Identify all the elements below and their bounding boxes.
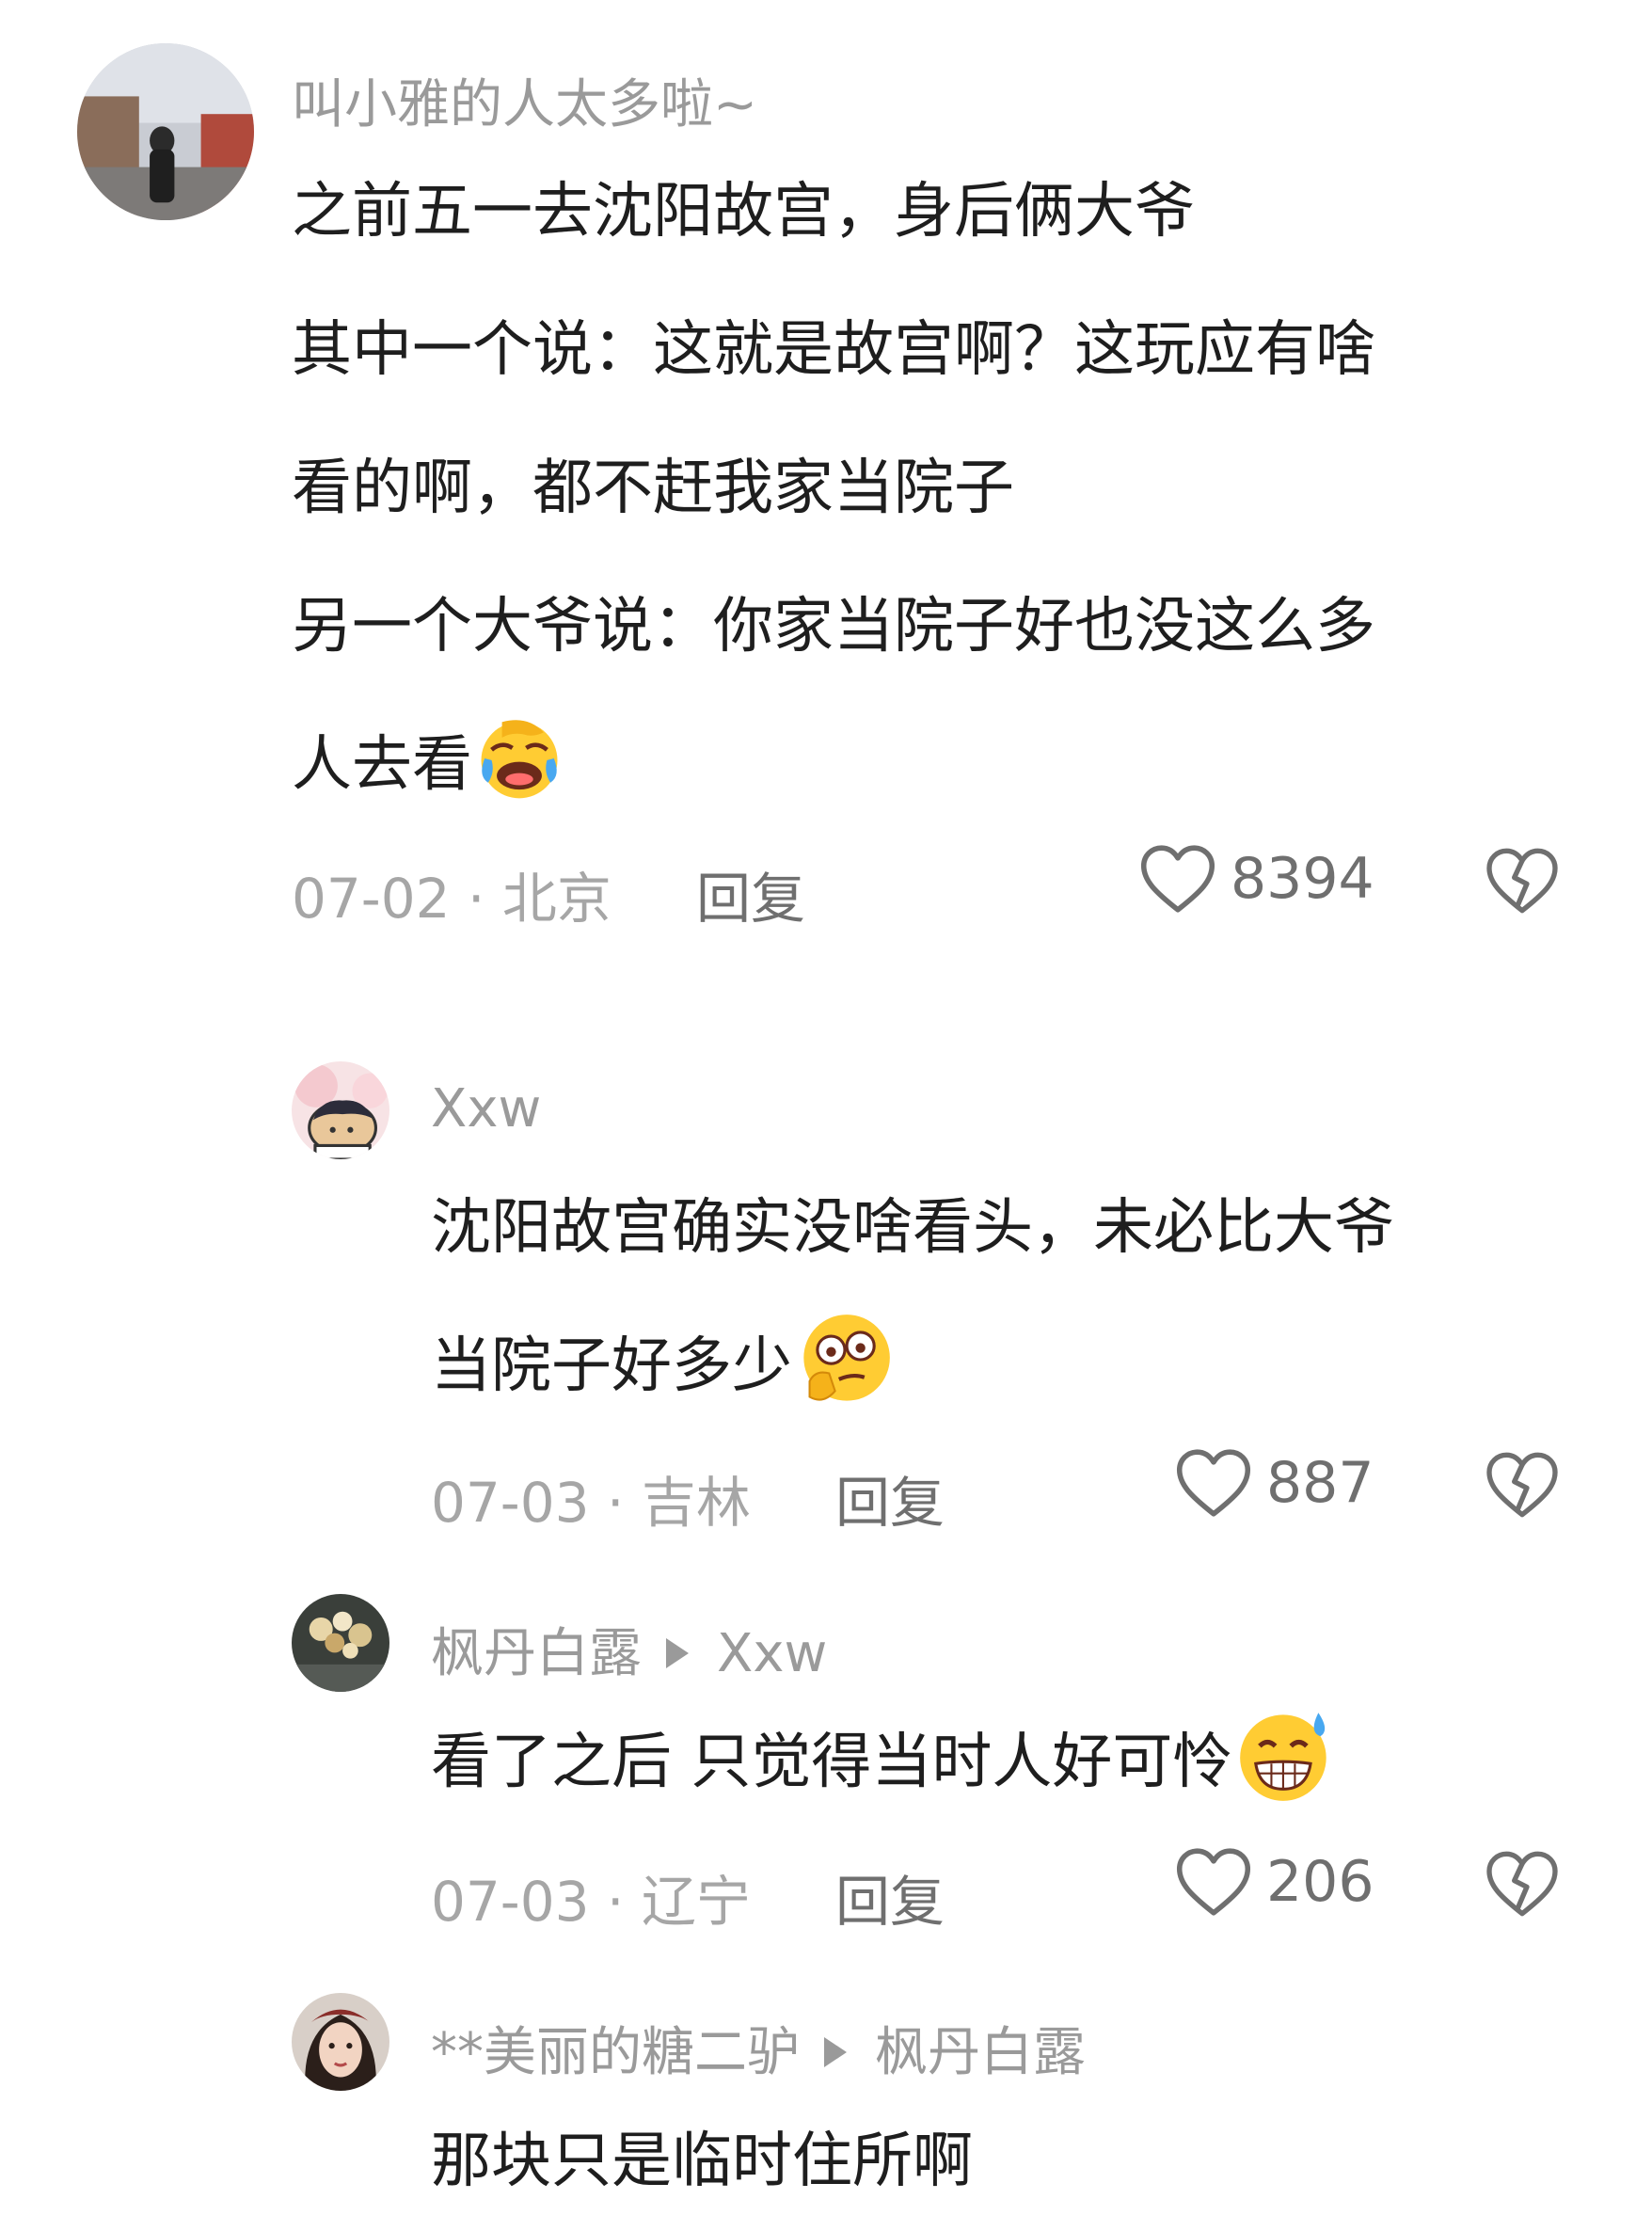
comment-line: 那块只是临时住所啊 (431, 2127, 973, 2196)
comment-location: 北京 (501, 867, 612, 931)
comment-line: 之前五一去沈阳故宫，身后俩大爷 (292, 177, 1195, 247)
reply-arrow-icon (666, 1637, 689, 1668)
comment-line: 人去看 (292, 696, 1375, 835)
comment-body: 那块只是临时住所啊 (431, 2093, 973, 2231)
avatar-photo-icon (77, 43, 254, 220)
comment-line: 当院子好多少 (431, 1298, 1394, 1436)
like-button[interactable]: 8394 (1138, 843, 1374, 915)
heart-icon (1176, 1848, 1251, 1916)
like-count: 887 (1266, 1450, 1374, 1516)
comment-username[interactable]: 枫丹白露 Xxw (431, 1611, 827, 1687)
comment-meta: 07-03 · 辽宁 (431, 1857, 751, 1936)
meta-separator: · (450, 867, 502, 931)
reply-author[interactable]: 枫丹白露 (431, 1623, 642, 1684)
avatar[interactable] (292, 1993, 389, 2091)
like-button[interactable]: 887 (1174, 1447, 1374, 1519)
heart-icon (1176, 1449, 1251, 1517)
comment-body: 沈阳故宫确实没啥看头，未必比大爷 当院子好多少 (431, 1159, 1394, 1436)
comment-line: 沈阳故宫确实没啥看头，未必比大爷 (431, 1193, 1394, 1263)
avatar[interactable] (292, 1061, 389, 1159)
comment-line: 看的啊，都不赶我家当院子 (292, 454, 1014, 523)
comment-date: 07-03 (431, 1870, 590, 1934)
reply-author[interactable]: **美丽的糖二驴 (431, 2022, 800, 2083)
comment-username[interactable]: 叫小雅的人太多啦~ (292, 62, 757, 138)
comment-body: 看了之后 只觉得当时人好可怜 (431, 1694, 1334, 1832)
laughing-crying-emoji-icon (481, 720, 558, 799)
reply-button[interactable]: 回复 (835, 1857, 945, 1936)
reply-target[interactable]: Xxw (717, 1623, 827, 1684)
avatar-flowers-icon (292, 1594, 389, 1692)
broken-heart-icon[interactable] (1485, 845, 1560, 916)
like-count: 8394 (1231, 846, 1374, 912)
avatar[interactable] (77, 43, 254, 220)
grinning-sweat-emoji-icon (1240, 1713, 1327, 1802)
reply-target[interactable]: 枫丹白露 (875, 2022, 1086, 2083)
avatar-cartoon-icon (292, 1061, 389, 1159)
comment-date: 07-03 (431, 1471, 590, 1535)
avatar[interactable] (292, 1594, 389, 1692)
comment-location: 辽宁 (641, 1870, 751, 1934)
comment-username[interactable]: Xxw (431, 1078, 541, 1139)
comment-line: 看了之后 只觉得当时人好可怜 (431, 1694, 1334, 1832)
like-button[interactable]: 206 (1174, 1846, 1374, 1918)
thinking-emoji-icon (803, 1315, 890, 1402)
comment-line: 另一个大爷说：你家当院子好也没这么多 (292, 592, 1375, 661)
comment-location: 吉林 (641, 1471, 751, 1535)
meta-separator: · (589, 1870, 642, 1934)
reply-button[interactable]: 回复 (696, 854, 805, 933)
comment-username[interactable]: **美丽的糖二驴 枫丹白露 (431, 2010, 1086, 2086)
comment-date: 07-02 (292, 867, 451, 931)
heart-icon (1140, 845, 1215, 913)
comment-body: 之前五一去沈阳故宫，身后俩大爷 其中一个说：这就是故宫啊？这玩应有啥 看的啊，都… (292, 143, 1375, 835)
avatar-portrait-icon (292, 1993, 389, 2091)
comment-meta: 07-03 · 吉林 (431, 1458, 751, 1538)
like-count: 206 (1266, 1849, 1374, 1915)
broken-heart-icon[interactable] (1485, 1848, 1560, 1920)
broken-heart-icon[interactable] (1485, 1449, 1560, 1521)
comment-meta: 07-02 · 北京 (292, 854, 612, 933)
meta-separator: · (589, 1471, 642, 1535)
reply-arrow-icon (824, 2036, 847, 2067)
reply-button[interactable]: 回复 (835, 1458, 945, 1538)
comment-line: 其中一个说：这就是故宫啊？这玩应有啥 (292, 315, 1375, 385)
